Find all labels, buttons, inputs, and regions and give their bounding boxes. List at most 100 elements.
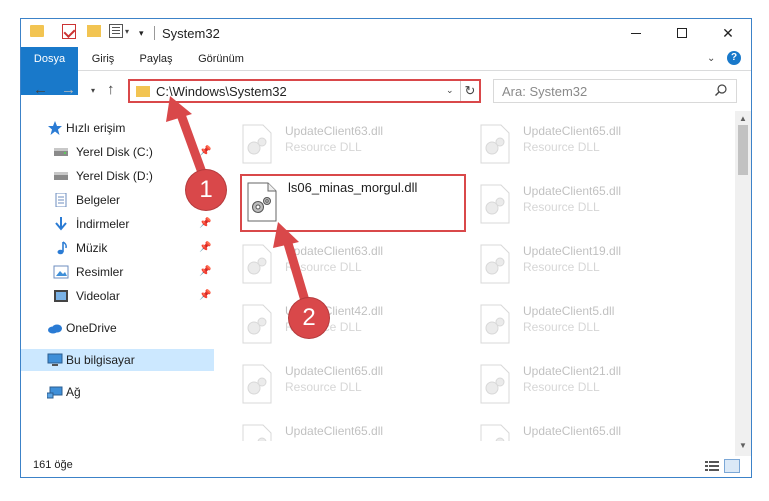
sidebar-item-network[interactable]: Ağ xyxy=(21,381,214,403)
tiles-view-icon[interactable] xyxy=(724,459,740,473)
sidebar-item-label: Hızlı erişim xyxy=(66,121,126,135)
navigation-bar: ← → ▾ ↑ C:\Windows\System32 ⌄ ↻ Ara: Sys… xyxy=(21,72,751,108)
address-bar[interactable]: C:\Windows\System32 ⌄ ↻ xyxy=(128,79,481,103)
back-button[interactable]: ← xyxy=(33,81,48,98)
list-item[interactable]: UpdateClient65.dll Resource DLL xyxy=(455,421,675,441)
pin-icon[interactable]: 📌 xyxy=(199,266,211,277)
step-marker-1: 1 xyxy=(186,170,226,210)
sidebar-item-this-pc[interactable]: Bu bilgisayar xyxy=(21,349,214,371)
sidebar-item-videos[interactable]: Videolar 📌 xyxy=(21,285,214,307)
dll-file-icon xyxy=(480,244,510,284)
star-icon xyxy=(48,121,62,135)
address-path[interactable]: C:\Windows\System32 xyxy=(156,84,287,99)
scroll-down-icon[interactable]: ▼ xyxy=(739,441,747,450)
recent-locations-icon[interactable]: ▾ xyxy=(91,86,95,95)
pin-icon[interactable]: 📌 xyxy=(199,146,211,157)
minimize-icon xyxy=(631,32,641,34)
sidebar-item-documents[interactable]: Belgeler xyxy=(21,189,214,211)
file-name: UpdateClient19.dll xyxy=(523,244,622,258)
tab-share[interactable]: Paylaş xyxy=(131,47,181,71)
file-name: UpdateClient63.dll xyxy=(285,124,384,138)
cloud-icon xyxy=(48,324,62,334)
scrollbar-thumb[interactable] xyxy=(738,125,748,175)
properties-icon[interactable] xyxy=(109,24,123,38)
dll-file-icon xyxy=(480,124,510,164)
maximize-icon xyxy=(677,28,687,38)
list-item[interactable]: ls06_minas_morgul.dll xyxy=(242,176,464,230)
forward-button[interactable]: → xyxy=(61,81,76,98)
list-item[interactable]: UpdateClient19.dll Resource DLL xyxy=(455,241,675,289)
sidebar-item-music[interactable]: Müzik 📌 xyxy=(21,237,214,259)
pin-icon[interactable]: 📌 xyxy=(199,218,211,229)
list-item[interactable]: UpdateClient65.dll Resource DLL xyxy=(217,421,437,441)
computer-icon xyxy=(47,353,63,366)
refresh-button[interactable]: ↻ xyxy=(460,81,479,101)
help-icon[interactable]: ? xyxy=(727,51,741,65)
sidebar-item-label: İndirmeler xyxy=(76,217,130,231)
title-bar: ▾ ▾ System32 ✕ xyxy=(21,19,751,47)
search-box[interactable]: Ara: System32 xyxy=(493,79,737,103)
file-name: UpdateClient65.dll xyxy=(285,424,384,438)
close-button[interactable]: ✕ xyxy=(705,19,751,47)
step-marker-2: 2 xyxy=(289,298,329,338)
file-name: UpdateClient65.dll xyxy=(523,184,622,198)
file-type: Resource DLL xyxy=(523,200,600,214)
list-item[interactable]: UpdateClient65.dll Resource DLL xyxy=(217,361,437,409)
list-item[interactable]: UpdateClient21.dll Resource DLL xyxy=(455,361,675,409)
quick-access-dropdown-icon[interactable]: ▾ xyxy=(125,27,129,36)
pin-icon[interactable]: 📌 xyxy=(199,242,211,253)
file-type: Resource DLL xyxy=(285,440,362,441)
maximize-button[interactable] xyxy=(659,19,705,47)
list-item[interactable]: UpdateClient63.dll Resource DLL xyxy=(217,121,437,169)
address-dropdown-icon[interactable]: ⌄ xyxy=(446,85,454,96)
dll-file-icon xyxy=(480,424,510,441)
search-icon[interactable] xyxy=(715,84,727,96)
tab-view[interactable]: Görünüm xyxy=(189,47,253,71)
dll-file-icon xyxy=(480,364,510,404)
sidebar-item-pictures[interactable]: Resimler 📌 xyxy=(21,261,214,283)
sidebar-item-label: Resimler xyxy=(76,265,124,279)
dll-file-icon xyxy=(480,184,510,224)
sidebar-item-label: Bu bilgisayar xyxy=(66,353,135,367)
ribbon: Dosya Giriş Paylaş Görünüm ⌄ ? xyxy=(21,47,751,95)
sidebar-item-drive-c[interactable]: Yerel Disk (C:) 📌 xyxy=(21,141,214,163)
sidebar-item-quick-access[interactable]: Hızlı erişim xyxy=(21,117,214,139)
dll-file-icon xyxy=(247,182,277,222)
drive-icon xyxy=(54,172,68,180)
details-view-icon[interactable] xyxy=(705,460,719,472)
dll-file-icon xyxy=(242,364,272,404)
sidebar-item-onedrive[interactable]: OneDrive xyxy=(21,317,214,339)
list-item[interactable]: UpdateClient63.dll Resource DLL xyxy=(217,241,437,289)
close-icon: ✕ xyxy=(722,24,734,41)
sidebar-item-drive-d[interactable]: Yerel Disk (D:) xyxy=(21,165,214,187)
up-button[interactable]: ↑ xyxy=(107,81,115,98)
search-input[interactable]: Ara: System32 xyxy=(502,84,587,99)
dll-file-icon xyxy=(480,304,510,344)
file-list: UpdateClient63.dll Resource DLL UpdateCl… xyxy=(217,111,733,441)
dll-file-icon xyxy=(242,124,272,164)
videos-icon xyxy=(54,290,68,302)
scroll-up-icon[interactable]: ▲ xyxy=(739,114,747,123)
drive-icon xyxy=(54,148,68,156)
list-item[interactable]: UpdateClient65.dll Resource DLL xyxy=(455,121,675,169)
file-name: ls06_minas_morgul.dll xyxy=(288,180,418,195)
properties-check-icon[interactable] xyxy=(62,24,76,39)
list-item[interactable]: UpdateClient5.dll Resource DLL xyxy=(455,301,675,349)
vertical-scrollbar[interactable]: ▲ ▼ xyxy=(735,111,751,456)
pin-icon[interactable]: 📌 xyxy=(199,290,211,301)
new-folder-icon[interactable] xyxy=(87,25,101,37)
list-item[interactable]: UpdateClient65.dll Resource DLL xyxy=(455,181,675,229)
file-type: Resource DLL xyxy=(285,140,362,154)
tab-home[interactable]: Giriş xyxy=(81,47,125,71)
minimize-button[interactable] xyxy=(613,19,659,47)
sidebar-item-label: Müzik xyxy=(76,241,108,255)
file-name: UpdateClient65.dll xyxy=(285,364,384,378)
sidebar-item-label: Videolar xyxy=(76,289,120,303)
sidebar-item-downloads[interactable]: İndirmeler 📌 xyxy=(21,213,214,235)
ribbon-expand-icon[interactable]: ⌄ xyxy=(707,53,715,64)
customize-toolbar-icon[interactable]: ▾ xyxy=(139,28,144,39)
file-name: UpdateClient5.dll xyxy=(523,304,615,318)
folder-icon xyxy=(30,25,44,37)
file-type: Resource DLL xyxy=(285,380,362,394)
navigation-pane: Hızlı erişim Yerel Disk (C:) 📌 Yerel Dis… xyxy=(21,111,215,451)
